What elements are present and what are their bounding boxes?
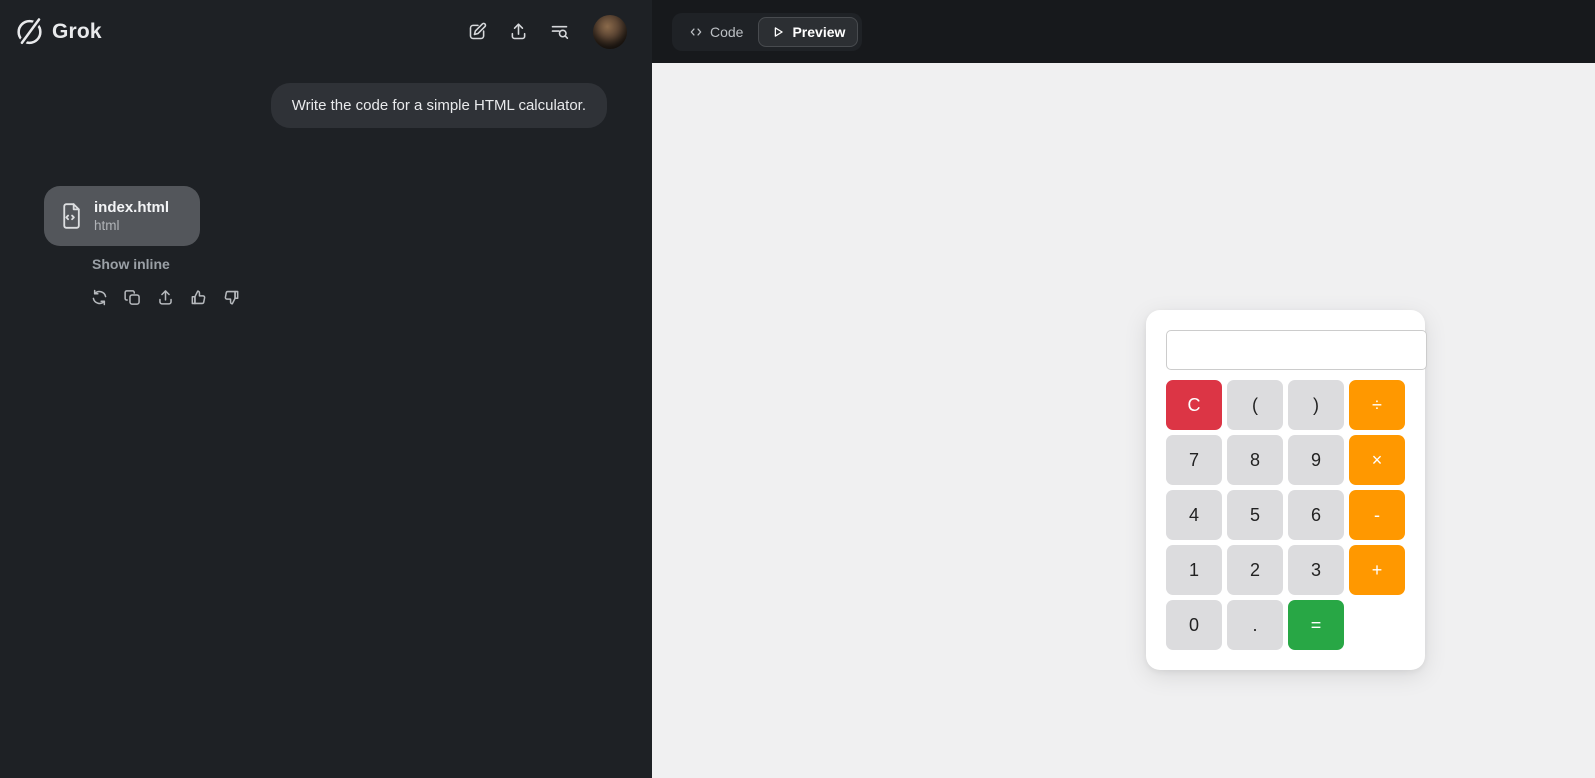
calc-button-3[interactable]: 3 (1288, 545, 1344, 595)
calc-button-4[interactable]: 4 (1166, 490, 1222, 540)
workspace-topbar: Code Preview (652, 0, 1595, 63)
attachment-card[interactable]: index.html html (44, 186, 200, 246)
calc-button-7[interactable]: 7 (1166, 435, 1222, 485)
sidebar-header: Grok (0, 0, 652, 63)
calc-button-9[interactable]: 9 (1288, 435, 1344, 485)
play-icon (771, 25, 785, 39)
calc-button-0[interactable]: 0 (1166, 600, 1222, 650)
chat-sidebar: Grok Write the code for a simple HTML ca… (0, 0, 652, 778)
preview-area: C ( ) ÷ 7 8 9 × 4 5 6 - 1 2 3 + 0 . = (652, 63, 1595, 778)
calc-button-decimal[interactable]: . (1227, 600, 1283, 650)
grok-logo-icon (14, 16, 45, 47)
calc-button-open-paren[interactable]: ( (1227, 380, 1283, 430)
message-actions-row (90, 288, 652, 307)
thumbs-up-icon[interactable] (189, 288, 208, 307)
upload-icon[interactable] (508, 21, 529, 42)
tab-code-label: Code (710, 23, 744, 40)
brand: Grok (14, 16, 102, 47)
view-tab-group: Code Preview (672, 12, 863, 51)
calc-button-8[interactable]: 8 (1227, 435, 1283, 485)
code-icon (689, 25, 703, 39)
calculator-display[interactable] (1166, 330, 1427, 370)
calc-button-subtract[interactable]: - (1349, 490, 1405, 540)
tab-code[interactable]: Code (676, 17, 756, 47)
brand-name: Grok (52, 19, 102, 43)
calc-button-6[interactable]: 6 (1288, 490, 1344, 540)
calc-button-equals[interactable]: = (1288, 600, 1344, 650)
calc-button-divide[interactable]: ÷ (1349, 380, 1405, 430)
calc-button-5[interactable]: 5 (1227, 490, 1283, 540)
calc-button-close-paren[interactable]: ) (1288, 380, 1344, 430)
calc-button-1[interactable]: 1 (1166, 545, 1222, 595)
calc-button-multiply[interactable]: × (1349, 435, 1405, 485)
calc-button-add[interactable]: + (1349, 545, 1405, 595)
attachment-meta: index.html html (94, 199, 169, 233)
header-actions (467, 14, 627, 49)
user-avatar[interactable] (593, 14, 627, 49)
code-file-icon (58, 201, 84, 231)
calc-button-clear[interactable]: C (1166, 380, 1222, 430)
regenerate-icon[interactable] (90, 288, 109, 307)
calculator-card: C ( ) ÷ 7 8 9 × 4 5 6 - 1 2 3 + 0 . = (1146, 310, 1427, 670)
share-icon[interactable] (156, 288, 175, 307)
calculator-keypad: C ( ) ÷ 7 8 9 × 4 5 6 - 1 2 3 + 0 . = (1166, 380, 1405, 650)
tab-preview[interactable]: Preview (758, 16, 859, 47)
workspace-panel: Code Preview C ( ) ÷ 7 8 9 × 4 5 6 - 1 2… (652, 0, 1595, 778)
calc-button-2[interactable]: 2 (1227, 545, 1283, 595)
user-message-row: Write the code for a simple HTML calcula… (0, 63, 652, 128)
history-search-icon[interactable] (549, 21, 570, 42)
attachment-filetype: html (94, 218, 120, 233)
tab-preview-label: Preview (792, 23, 846, 40)
assistant-response: index.html html Show inline (44, 186, 652, 307)
user-message-bubble: Write the code for a simple HTML calcula… (270, 83, 607, 128)
compose-icon[interactable] (467, 21, 488, 42)
thumbs-down-icon[interactable] (222, 288, 241, 307)
show-inline-link[interactable]: Show inline (92, 256, 652, 272)
attachment-filename: index.html (94, 199, 170, 216)
copy-icon[interactable] (123, 288, 142, 307)
